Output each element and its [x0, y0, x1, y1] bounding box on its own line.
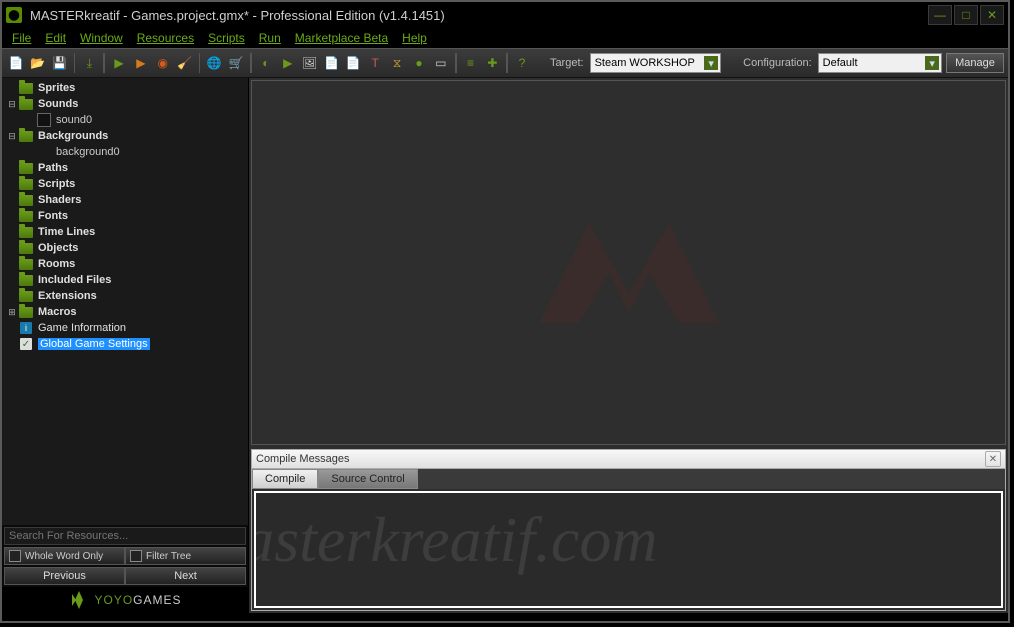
target-label: Target:	[550, 57, 584, 69]
tree-macros[interactable]: ⊞Macros	[2, 304, 248, 320]
menu-resources[interactable]: Resources	[137, 31, 194, 45]
menu-window[interactable]: Window	[80, 31, 123, 45]
resource-tree[interactable]: Sprites ⊟Sounds sound0 ⊟Backgrounds back…	[2, 78, 248, 525]
tree-objects[interactable]: Objects	[2, 240, 248, 256]
help-icon[interactable]: ?	[512, 52, 532, 74]
clean-icon[interactable]: 🧹	[175, 52, 195, 74]
open-icon[interactable]: 📂	[28, 52, 48, 74]
maximize-button[interactable]: □	[954, 5, 978, 25]
tree-scripts[interactable]: Scripts	[2, 176, 248, 192]
room-icon[interactable]: ▭	[431, 52, 451, 74]
tree-fonts[interactable]: Fonts	[2, 208, 248, 224]
marketplace-icon[interactable]: 🛒	[226, 52, 246, 74]
close-panel-icon[interactable]: ✕	[985, 451, 1001, 467]
menu-run[interactable]: Run	[259, 31, 281, 45]
watermark-logo	[479, 163, 779, 363]
config-value: Default	[823, 57, 858, 69]
target-select[interactable]: Steam WORKSHOP ▾	[590, 53, 722, 73]
save-icon[interactable]: 💾	[50, 52, 70, 74]
whole-word-checkbox[interactable]: Whole Word Only	[4, 547, 125, 565]
app-icon: ⬤	[6, 7, 22, 23]
filter-tree-checkbox[interactable]: Filter Tree	[125, 547, 246, 565]
tree-included[interactable]: Included Files	[2, 272, 248, 288]
tree-paths[interactable]: Paths	[2, 160, 248, 176]
compile-output[interactable]: masterkreatif.com	[254, 491, 1003, 608]
path-icon[interactable]: 📄	[322, 52, 342, 74]
run-icon[interactable]: ▶	[109, 52, 129, 74]
timeline-icon[interactable]: ⧖	[387, 52, 407, 74]
chevron-down-icon: ▾	[925, 56, 939, 70]
target-value: Steam WORKSHOP	[595, 57, 695, 69]
watermark-text: masterkreatif.com	[254, 503, 658, 577]
tree-gameinfo[interactable]: iGame Information	[2, 320, 248, 336]
chevron-down-icon: ▾	[704, 56, 718, 70]
search-input[interactable]	[4, 527, 246, 545]
close-button[interactable]: ✕	[980, 5, 1004, 25]
sound-icon[interactable]: ▶	[278, 52, 298, 74]
toolbar: 📄 📂 💾 ⤓ ▶ ▶ ◉ 🧹 🌐 🛒 ◐ ▶ 🖼 📄 📄 T ⧖ ● ▭ ≡ …	[2, 48, 1008, 78]
web-icon[interactable]: 🌐	[204, 52, 224, 74]
script-icon[interactable]: 📄	[343, 52, 363, 74]
debug-icon[interactable]: ▶	[131, 52, 151, 74]
window-title: MASTERkreatif - Games.project.gmx* - Pro…	[30, 8, 928, 23]
menubar: File Edit Window Resources Scripts Run M…	[2, 28, 1008, 48]
tree-timelines[interactable]: Time Lines	[2, 224, 248, 240]
list-icon[interactable]: ≡	[461, 52, 481, 74]
tree-extensions[interactable]: Extensions	[2, 288, 248, 304]
tree-background0[interactable]: background0	[2, 144, 248, 160]
background-icon[interactable]: 🖼	[300, 52, 320, 74]
tree-sounds[interactable]: ⊟Sounds	[2, 96, 248, 112]
font-icon[interactable]: T	[365, 52, 385, 74]
previous-button[interactable]: Previous	[4, 567, 125, 585]
export-icon[interactable]: ⤓	[79, 52, 99, 74]
compile-panel: Compile Messages ✕ Compile Source Contro…	[251, 449, 1006, 611]
menu-edit[interactable]: Edit	[45, 31, 66, 45]
tab-source-control[interactable]: Source Control	[318, 469, 417, 489]
config-label: Configuration:	[743, 57, 812, 69]
config-select[interactable]: Default ▾	[818, 53, 942, 73]
manage-button[interactable]: Manage	[946, 53, 1004, 73]
compile-header: Compile Messages	[256, 453, 350, 465]
tab-compile[interactable]: Compile	[252, 469, 318, 489]
tree-shaders[interactable]: Shaders	[2, 192, 248, 208]
tree-sprites[interactable]: Sprites	[2, 80, 248, 96]
tree-global-game-settings[interactable]: ✓Global Game Settings	[2, 336, 248, 352]
menu-marketplace[interactable]: Marketplace Beta	[295, 31, 388, 45]
stop-icon[interactable]: ◉	[153, 52, 173, 74]
workspace[interactable]	[251, 80, 1006, 445]
object-icon[interactable]: ●	[409, 52, 429, 74]
menu-scripts[interactable]: Scripts	[208, 31, 245, 45]
minimize-button[interactable]: —	[928, 5, 952, 25]
tree-rooms[interactable]: Rooms	[2, 256, 248, 272]
tree-backgrounds[interactable]: ⊟Backgrounds	[2, 128, 248, 144]
next-button[interactable]: Next	[125, 567, 246, 585]
menu-file[interactable]: File	[12, 31, 31, 45]
yoyo-logo: YOYOGAMES	[2, 587, 248, 613]
menu-help[interactable]: Help	[402, 31, 427, 45]
sprite-icon[interactable]: ◐	[256, 52, 276, 74]
add-icon[interactable]: ✚	[482, 52, 502, 74]
tree-sound0[interactable]: sound0	[2, 112, 248, 128]
new-project-icon[interactable]: 📄	[6, 52, 26, 74]
